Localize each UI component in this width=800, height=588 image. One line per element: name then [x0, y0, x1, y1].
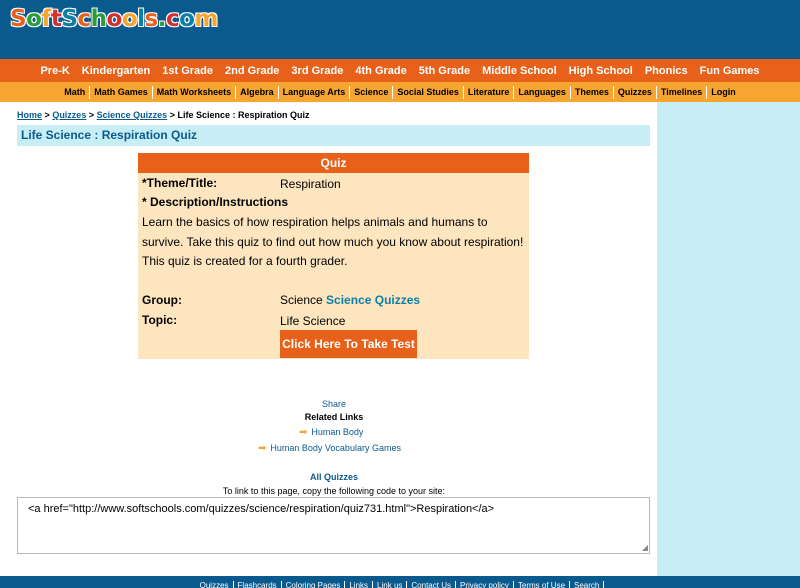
breadcrumb-home[interactable]: Home: [17, 110, 42, 120]
nav-primary-item[interactable]: Pre-K: [34, 65, 75, 77]
breadcrumb-separator: >: [44, 110, 50, 120]
related-link-item[interactable]: ➡ Human Body Vocabulary Games: [258, 443, 401, 454]
right-sidebar: [657, 102, 800, 576]
logo-letter: o: [106, 6, 123, 32]
logo-letter: h: [90, 6, 107, 32]
footer-link[interactable]: Terms of Use: [513, 581, 571, 588]
site-footer: Quizzes Flashcards Coloring Pages Links Link…: [0, 576, 800, 588]
breadcrumb-separator: >: [169, 110, 175, 120]
nav-primary-item[interactable]: Fun Games: [694, 65, 766, 77]
topic-value: Life Science: [280, 314, 346, 328]
nav-secondary-item[interactable]: Math: [60, 85, 91, 99]
softschools-logo[interactable]: SoftSchools.com: [10, 6, 218, 32]
description-label: * Description/Instructions: [142, 195, 289, 209]
nav-secondary-item[interactable]: Quizzes: [614, 85, 657, 99]
group-text: Science: [280, 293, 323, 307]
nav-secondary-item[interactable]: Science: [350, 85, 394, 99]
take-test-button[interactable]: Click Here To Take Test: [280, 330, 417, 358]
footer-link[interactable]: Coloring Pages: [281, 581, 346, 588]
theme-label: *Theme/Title:: [142, 176, 218, 190]
nav-secondary-item[interactable]: Timelines: [657, 85, 708, 99]
footer-link[interactable]: Flashcards: [233, 581, 282, 588]
nav-secondary-item[interactable]: Social Studies: [393, 85, 464, 99]
related-link-item[interactable]: ➡ Human Body: [299, 427, 363, 438]
nav-secondary-item[interactable]: Login: [707, 86, 740, 99]
footer-link[interactable]: Quizzes: [195, 581, 234, 588]
nav-primary-item[interactable]: 1st Grade: [156, 65, 219, 77]
quiz-description: Learn the basics of how respiration help…: [142, 215, 524, 268]
link-code-textarea[interactable]: <a href="http://www.softschools.com/quiz…: [17, 497, 650, 554]
logo-letter: f: [41, 6, 51, 32]
footer-link[interactable]: Contact Us: [407, 581, 456, 588]
logo-letter: o: [121, 6, 138, 32]
logo-letter: c: [77, 6, 91, 32]
related-link-label[interactable]: Human Body: [311, 427, 363, 437]
footer-link[interactable]: Search: [570, 581, 605, 588]
resize-handle-icon[interactable]: ◢: [642, 543, 648, 552]
nav-secondary-item[interactable]: Language Arts: [279, 85, 351, 99]
related-link-label[interactable]: Human Body Vocabulary Games: [270, 443, 401, 453]
nav-primary-item[interactable]: 2nd Grade: [219, 65, 285, 77]
breadcrumb: Home > Quizzes > Science Quizzes > Life …: [17, 110, 310, 120]
arrow-right-icon: ➡: [258, 443, 267, 454]
logo-letter: S: [61, 6, 78, 32]
nav-primary-item[interactable]: 3rd Grade: [285, 65, 349, 77]
logo-letter: t: [50, 6, 62, 32]
nav-secondary-item[interactable]: Languages: [514, 85, 571, 99]
group-label: Group:: [142, 293, 182, 307]
primary-nav: Pre-K Kindergarten 1st Grade 2nd Grade 3rd G…: [0, 59, 800, 82]
link-code-text: <a href="http://www.softschools.com/quiz…: [28, 503, 495, 515]
nav-secondary-item[interactable]: Themes: [571, 85, 614, 99]
logo-letter: o: [179, 6, 195, 32]
topic-label: Topic:: [142, 313, 178, 327]
nav-secondary-item[interactable]: Math Games: [90, 85, 153, 99]
page-title: Life Science : Respiration Quiz: [17, 125, 650, 146]
nav-primary-item[interactable]: Middle School: [476, 65, 563, 77]
nav-secondary-item[interactable]: Math Worksheets: [153, 85, 237, 99]
nav-primary-item[interactable]: Phonics: [639, 65, 694, 77]
breadcrumb-science-quizzes[interactable]: Science Quizzes: [97, 110, 168, 120]
site-header: SoftSchools.com: [0, 0, 800, 59]
quiz-header: Quiz: [138, 153, 529, 173]
nav-secondary-item[interactable]: Algebra: [236, 85, 279, 99]
share-link[interactable]: Share: [0, 399, 668, 409]
nav-primary-item[interactable]: High School: [563, 65, 639, 77]
logo-letter: c: [165, 6, 180, 32]
logo-letter: S: [10, 6, 27, 32]
logo-letter: .: [157, 6, 167, 32]
link-instructions: To link to this page, copy the following…: [222, 486, 446, 496]
footer-link[interactable]: Link us: [373, 581, 408, 588]
related-links-title: Related Links: [304, 412, 364, 422]
logo-letter: l: [137, 6, 145, 32]
science-quizzes-link[interactable]: Science Quizzes: [326, 293, 420, 307]
all-quizzes-link[interactable]: All Quizzes: [0, 472, 668, 482]
breadcrumb-quizzes[interactable]: Quizzes: [52, 110, 86, 120]
logo-letter: o: [26, 6, 42, 32]
breadcrumb-current: Life Science : Respiration Quiz: [177, 110, 310, 120]
footer-link[interactable]: Privacy policy: [455, 581, 514, 588]
nav-primary-item[interactable]: 5th Grade: [413, 65, 476, 77]
nav-primary-item[interactable]: Kindergarten: [76, 65, 156, 77]
nav-secondary-item[interactable]: Literature: [464, 85, 515, 99]
secondary-nav: Math Math Games Math Worksheets Algebra Lang…: [0, 82, 800, 102]
breadcrumb-separator: >: [88, 110, 95, 120]
footer-link[interactable]: Links: [345, 581, 374, 588]
arrow-right-icon: ➡: [299, 427, 308, 438]
quiz-info-box: Quiz *Theme/Title: Respiration * Descrip…: [138, 153, 529, 359]
theme-value: Respiration: [280, 177, 341, 191]
logo-letter: m: [194, 6, 218, 32]
group-value: Science Science Quizzes: [280, 293, 420, 307]
nav-primary-item[interactable]: 4th Grade: [349, 65, 412, 77]
logo-letter: s: [144, 6, 159, 32]
